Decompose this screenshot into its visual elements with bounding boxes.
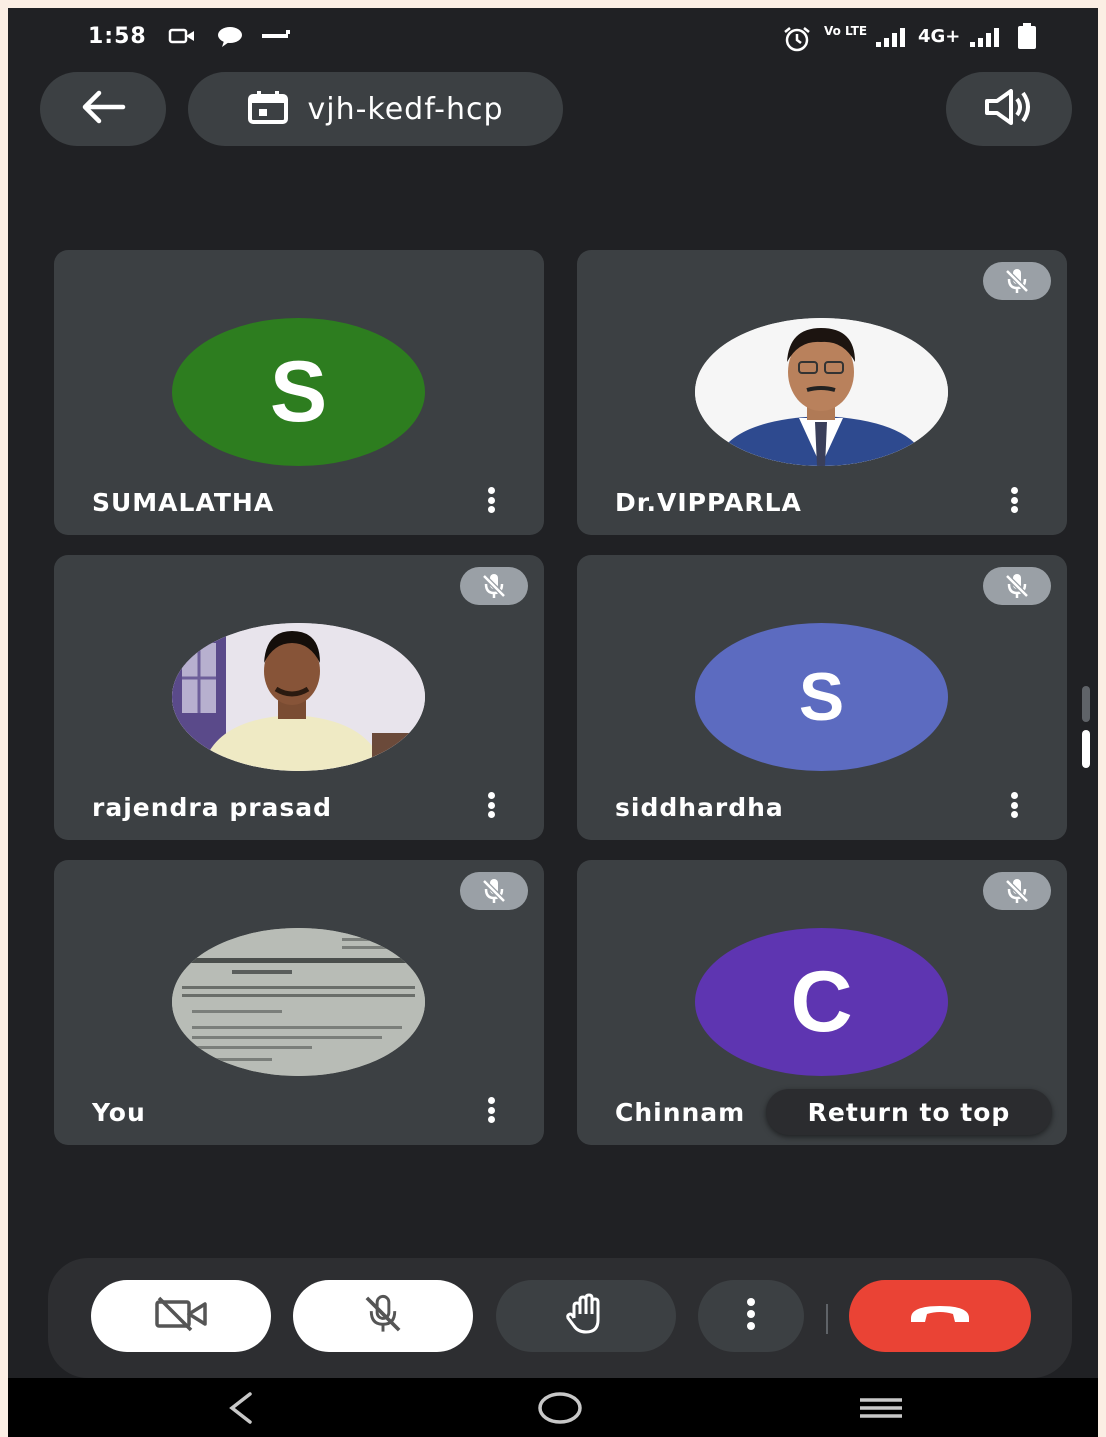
system-nav-bar <box>8 1378 1098 1437</box>
volte-icon: Vo LTE <box>824 24 868 38</box>
calendar-icon <box>247 90 289 128</box>
participant-tile-sumalatha[interactable]: S SUMALATHA <box>54 250 544 535</box>
mic-toggle-button[interactable] <box>293 1280 473 1352</box>
speaker-icon <box>983 89 1035 129</box>
status-bar: 1:58 Vo LTE 4G+ <box>8 8 1098 64</box>
meeting-info-chip[interactable]: vjh-kedf-hcp <box>188 72 563 146</box>
nav-home-icon[interactable] <box>536 1388 584 1432</box>
signal-2-icon <box>968 26 1002 52</box>
controls-divider <box>826 1304 828 1334</box>
return-to-top-button[interactable]: Return to top <box>766 1089 1052 1135</box>
mic-off-icon <box>460 567 528 605</box>
raise-hand-button[interactable] <box>496 1280 676 1352</box>
call-controls <box>48 1258 1072 1378</box>
notification-status-icon <box>260 26 292 50</box>
video-off-icon <box>153 1296 209 1336</box>
participant-name: rajendra prasad <box>92 793 333 822</box>
participant-tile-siddhardha[interactable]: S siddhardha <box>577 555 1067 840</box>
mic-off-icon <box>983 872 1051 910</box>
avatar: S <box>695 623 948 771</box>
more-vert-icon <box>745 1297 757 1335</box>
chat-status-icon <box>216 26 244 52</box>
avatar: S <box>172 318 425 466</box>
mic-off-icon <box>983 262 1051 300</box>
avatar: C <box>695 928 948 1076</box>
end-call-button[interactable] <box>849 1280 1031 1352</box>
mic-off-icon <box>983 567 1051 605</box>
scrollbar[interactable] <box>1082 686 1090 768</box>
participant-name: SUMALATHA <box>92 488 275 517</box>
participant-name: siddhardha <box>615 793 784 822</box>
participant-tile-rajendra-prasad[interactable]: rajendra prasad <box>54 555 544 840</box>
participant-name: You <box>92 1098 146 1127</box>
meeting-code: vjh-kedf-hcp <box>307 91 504 127</box>
arrow-back-icon <box>79 89 127 129</box>
participant-tile-you[interactable]: You <box>54 860 544 1145</box>
meet-screen: 1:58 Vo LTE 4G+ vjh-kedf-hcp S SUMALATHA… <box>8 8 1098 1437</box>
avatar-photo <box>172 623 425 771</box>
mic-off-icon <box>361 1292 405 1340</box>
avatar-photo <box>695 318 948 466</box>
alarm-icon <box>782 26 812 56</box>
participant-name: Dr.VIPPARLA <box>615 488 802 517</box>
battery-icon <box>1016 22 1038 54</box>
camera-toggle-button[interactable] <box>91 1280 271 1352</box>
more-vert-icon[interactable] <box>486 792 496 818</box>
nav-recents-icon[interactable] <box>856 1388 906 1432</box>
avatar-letter: C <box>790 953 853 1050</box>
signal-icon <box>874 26 908 52</box>
video-call-status-icon <box>168 26 196 50</box>
more-options-button[interactable] <box>698 1280 804 1352</box>
call-end-icon <box>907 1300 973 1332</box>
status-time: 1:58 <box>88 24 147 49</box>
more-vert-icon[interactable] <box>1009 792 1019 818</box>
avatar-photo-document <box>172 928 425 1076</box>
nav-back-icon[interactable] <box>222 1388 258 1432</box>
more-vert-icon[interactable] <box>486 487 496 513</box>
participant-name: Chinnam <box>615 1098 746 1127</box>
audio-output-button[interactable] <box>946 72 1072 146</box>
raise-hand-icon <box>564 1292 608 1340</box>
avatar-letter: S <box>269 343 328 440</box>
network-type: 4G+ <box>918 26 961 47</box>
back-button[interactable] <box>40 72 166 146</box>
more-vert-icon[interactable] <box>486 1097 496 1123</box>
participant-tile-dr-vipparla[interactable]: Dr.VIPPARLA <box>577 250 1067 535</box>
avatar-letter: S <box>798 659 845 735</box>
more-vert-icon[interactable] <box>1009 487 1019 513</box>
mic-off-icon <box>460 872 528 910</box>
